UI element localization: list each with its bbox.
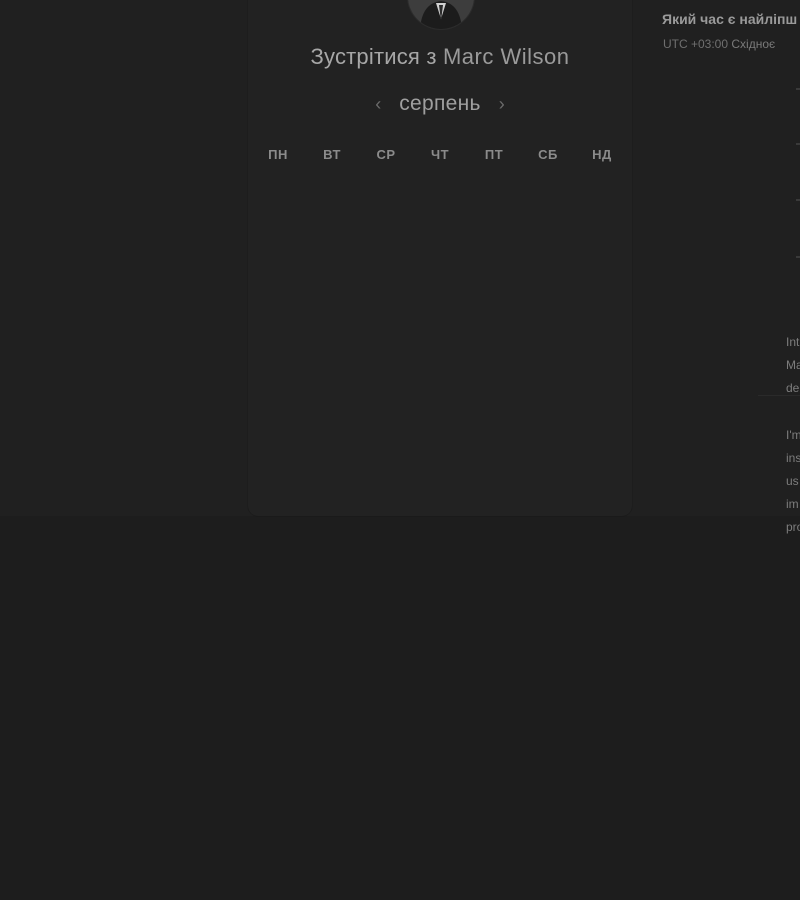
weekday-label: НД (592, 147, 612, 162)
time-panel-title: Який час є найліпш (662, 11, 798, 27)
host-name: Marc Wilson (442, 44, 570, 69)
description-paragraph: Int Ma de (786, 331, 800, 400)
time-slot-edge[interactable] (796, 143, 800, 145)
description-line: us (786, 474, 799, 488)
timezone-offset: UTC +03:00 (663, 37, 729, 51)
time-slot-edge[interactable] (796, 256, 800, 258)
description-line: Int (786, 335, 800, 349)
description-line: Ma (786, 358, 800, 372)
time-slot-edge[interactable] (796, 199, 800, 201)
description-line: pro (786, 520, 800, 534)
description-paragraph: I'm ins us im pro (786, 424, 800, 539)
timezone-name: Східноє (731, 37, 776, 51)
month-label: серпень (399, 92, 481, 115)
description-line: I'm (786, 428, 800, 442)
weekday-label: ВТ (323, 147, 341, 162)
weekday-label: ПН (268, 147, 288, 162)
description-line: im (786, 497, 799, 511)
booking-page: Зустрітися з Marc Wilson ‹ серпень › ПН … (0, 0, 800, 900)
month-navigation: ‹ серпень › (248, 88, 632, 120)
weekday-header: ПН ВТ СР ЧТ ПТ СБ НД (251, 147, 629, 162)
calendar-card (248, 0, 632, 516)
weekday-label: СБ (538, 147, 558, 162)
weekday-label: ПТ (484, 147, 504, 162)
chevron-right-icon[interactable]: › (495, 95, 509, 113)
page-title: Зустрітися з Marc Wilson (248, 44, 632, 70)
description-line: ins (786, 451, 800, 465)
chevron-left-icon[interactable]: ‹ (371, 95, 385, 113)
divider (758, 395, 800, 396)
title-prefix: Зустрітися з (310, 44, 437, 69)
timezone-selector[interactable]: UTC +03:00 Східноє (663, 37, 775, 51)
description-line: de (786, 381, 800, 395)
time-slot-edge[interactable] (796, 88, 800, 90)
weekday-label: СР (376, 147, 396, 162)
weekday-label: ЧТ (430, 147, 450, 162)
